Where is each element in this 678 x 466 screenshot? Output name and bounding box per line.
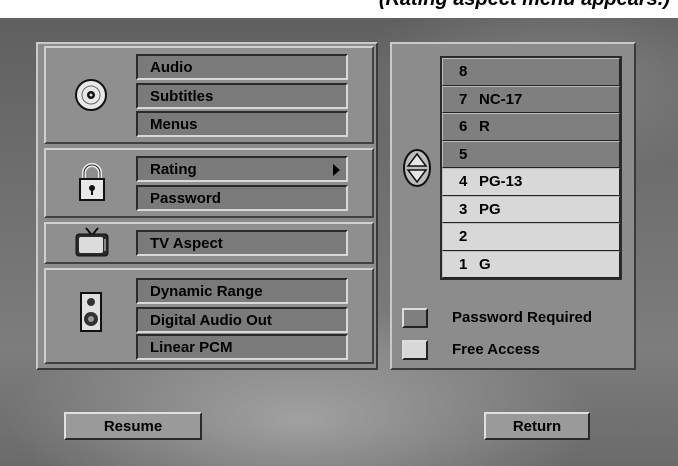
password-button[interactable]: Password bbox=[136, 185, 348, 211]
rating-label: R bbox=[479, 118, 490, 135]
tv-aspect-button[interactable]: TV Aspect bbox=[136, 230, 348, 256]
free-access-label: Free Access bbox=[452, 341, 540, 358]
rating-row[interactable]: 3 PG bbox=[442, 195, 620, 223]
rating-number: 4 bbox=[459, 173, 468, 190]
password-required-label: Password Required bbox=[452, 309, 593, 326]
rating-number: 7 bbox=[459, 90, 468, 108]
rating-label: PG bbox=[479, 200, 501, 218]
rating-row[interactable]: 4 PG-13 bbox=[442, 168, 620, 196]
audio-button[interactable]: Audio bbox=[136, 54, 348, 80]
rating-number: 8 bbox=[459, 63, 468, 80]
rating-level-list: 8 7 NC-17 6 R 5 4 PG-13 3 PG 2 1 G bbox=[440, 56, 622, 280]
caption-strip: (Rating aspect menu appears.) bbox=[0, 0, 678, 18]
rating-label: G bbox=[479, 255, 491, 273]
resume-button[interactable]: Resume bbox=[64, 412, 202, 440]
digital-audio-out-button[interactable]: Digital Audio Out bbox=[136, 307, 348, 333]
disc-icon bbox=[75, 79, 107, 111]
rating-row[interactable]: 5 bbox=[442, 140, 620, 168]
caption: (Rating aspect menu appears.) bbox=[379, 0, 670, 11]
rating-row[interactable]: 1G bbox=[442, 250, 620, 278]
rating-label: Rating bbox=[150, 161, 197, 178]
rating-number: 5 bbox=[459, 145, 468, 163]
rating-row[interactable]: 8 bbox=[442, 58, 620, 86]
tv-icon bbox=[75, 227, 109, 257]
rating-label: PG-13 bbox=[479, 173, 523, 190]
speaker-icon bbox=[80, 292, 102, 332]
rating-number: 6 bbox=[459, 118, 468, 135]
rating-row[interactable]: 6R bbox=[442, 113, 620, 141]
rating-row[interactable]: 7 NC-17 bbox=[442, 85, 620, 113]
submenu-arrow-icon bbox=[333, 164, 340, 176]
rating-number: 2 bbox=[459, 228, 468, 245]
padlock-icon bbox=[79, 163, 105, 201]
rating-row[interactable]: 2 bbox=[442, 223, 620, 251]
return-button[interactable]: Return bbox=[484, 412, 590, 440]
subtitles-button[interactable]: Subtitles bbox=[136, 83, 348, 109]
rating-label: NC-17 bbox=[479, 90, 523, 108]
password-required-swatch bbox=[402, 308, 428, 328]
dynamic-range-button[interactable]: Dynamic Range bbox=[136, 278, 348, 304]
rating-button[interactable]: Rating bbox=[136, 156, 348, 182]
rating-number: 1 bbox=[459, 255, 468, 273]
linear-pcm-button[interactable]: Linear PCM bbox=[136, 334, 348, 360]
menus-button[interactable]: Menus bbox=[136, 111, 348, 137]
dvd-setup-screen: (Rating aspect menu appears.) Audio Subt… bbox=[0, 0, 678, 466]
up-down-selector-icon[interactable] bbox=[402, 148, 432, 188]
rating-number: 3 bbox=[459, 200, 468, 218]
free-access-swatch bbox=[402, 340, 428, 360]
